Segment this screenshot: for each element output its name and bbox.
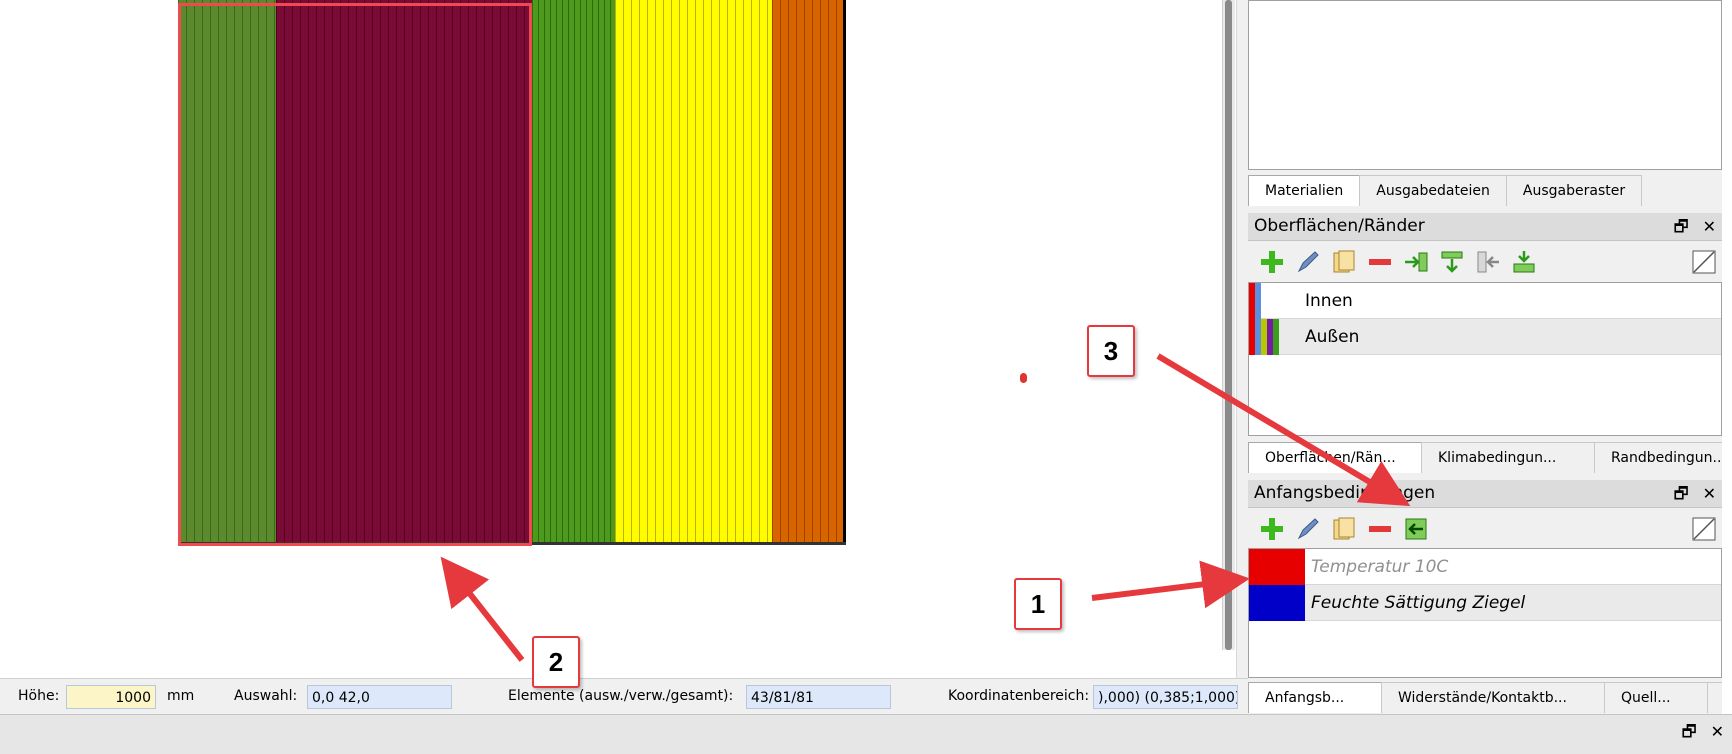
split-icon[interactable] — [1470, 247, 1506, 277]
layer-green[interactable] — [532, 0, 615, 545]
upper-tab-bar: Materialien Ausgabedateien Ausgaberaster — [1248, 175, 1643, 207]
height-field[interactable]: 1000 — [66, 685, 156, 709]
copy-icon[interactable] — [1326, 514, 1362, 544]
list-item-label: Innen — [1305, 290, 1353, 311]
tab-randbedingungen[interactable]: Randbedingun... — [1594, 442, 1732, 473]
float-icon[interactable]: 🗗 — [1674, 217, 1689, 236]
assign-icon[interactable] — [1398, 247, 1434, 277]
height-unit: mm — [167, 688, 195, 704]
list-item-label: Temperatur 10C — [1311, 556, 1449, 577]
selection-label: Auswahl: — [234, 688, 298, 704]
edit-icon[interactable] — [1290, 247, 1326, 277]
list-item-label: Außen — [1305, 326, 1360, 347]
bottom-dock-title-bar: 🗗 ✕ — [0, 714, 1732, 754]
scrollbar-thumb[interactable] — [1225, 0, 1232, 650]
chart-icon[interactable] — [1686, 247, 1722, 277]
lower-tab-bar: Anfangsb... Widerstände/Kontaktb... Quel… — [1248, 682, 1732, 714]
tab-materialien[interactable]: Materialien — [1248, 175, 1361, 206]
right-edge-strip — [1722, 0, 1732, 714]
add-icon[interactable] — [1254, 514, 1290, 544]
edit-icon[interactable] — [1290, 514, 1326, 544]
condition-color-swatch — [1249, 548, 1305, 585]
list-item[interactable]: Feuchte Sättigung Ziegel — [1249, 584, 1721, 621]
materials-view — [1248, 0, 1722, 170]
tab-oberflaechen[interactable]: Oberflächen/Rän... — [1248, 442, 1422, 473]
assign-icon[interactable] — [1398, 514, 1434, 544]
surfaces-panel-title: Oberflächen/Ränder — [1254, 216, 1425, 236]
close-icon[interactable]: ✕ — [1711, 722, 1724, 741]
list-item[interactable]: Außen — [1249, 318, 1721, 355]
list-item[interactable]: Innen — [1249, 282, 1721, 319]
elements-field[interactable]: 43/81/81 — [746, 685, 891, 709]
right-dock-panel: Materialien Ausgabedateien Ausgaberaster… — [1248, 0, 1732, 724]
remove-icon[interactable] — [1362, 247, 1398, 277]
merge-icon[interactable] — [1434, 247, 1470, 277]
layer-orange[interactable] — [772, 0, 846, 545]
tab-widerstaende[interactable]: Widerstände/Kontaktb... — [1381, 682, 1605, 713]
chart-icon[interactable] — [1686, 514, 1722, 544]
tab-anfangsbedingungen[interactable]: Anfangsb... — [1248, 682, 1382, 713]
coords-label: Koordinatenbereich: — [948, 688, 1090, 704]
float-icon[interactable]: 🗗 — [1682, 722, 1697, 741]
layer-yellow[interactable] — [615, 0, 772, 545]
selection-rectangle — [178, 3, 532, 546]
add-icon[interactable] — [1254, 247, 1290, 277]
surfaces-panel-title-bar: Oberflächen/Ränder 🗗 ✕ — [1248, 213, 1722, 241]
copy-icon[interactable] — [1326, 247, 1362, 277]
close-icon[interactable]: ✕ — [1703, 484, 1716, 503]
canvas-scrollbar[interactable] — [1222, 0, 1235, 650]
align-icon[interactable] — [1506, 247, 1542, 277]
tab-quellen[interactable]: Quell... — [1604, 682, 1708, 713]
close-icon[interactable]: ✕ — [1703, 217, 1716, 236]
surfaces-toolbar — [1248, 245, 1728, 279]
list-item-label: Feuchte Sättigung Ziegel — [1311, 592, 1526, 613]
elements-label: Elemente (ausw./verw./gesamt): — [508, 688, 734, 704]
middle-tab-bar: Oberflächen/Rän... Klimabedingun... Rand… — [1248, 442, 1732, 474]
initial-toolbar — [1248, 512, 1728, 546]
tab-klimabedingungen[interactable]: Klimabedingun... — [1421, 442, 1595, 473]
callout-3: 3 — [1087, 325, 1135, 377]
initial-panel-title-bar: Anfangsbedingungen 🗗 ✕ — [1248, 480, 1722, 508]
initial-panel-title: Anfangsbedingungen — [1254, 483, 1436, 503]
coords-field[interactable]: ),000) (0,385;1,000) — [1093, 685, 1238, 709]
tab-ausgabedateien[interactable]: Ausgabedateien — [1359, 175, 1507, 206]
selection-field[interactable]: 0,0 42,0 — [307, 685, 452, 709]
list-item[interactable]: Temperatur 10C — [1249, 548, 1721, 585]
initial-conditions-list: Temperatur 10C Feuchte Sättigung Ziegel — [1248, 548, 1722, 678]
float-icon[interactable]: 🗗 — [1674, 484, 1689, 503]
callout-2: 2 — [532, 636, 580, 688]
remove-icon[interactable] — [1362, 514, 1398, 544]
cursor-mark — [1020, 373, 1027, 383]
tab-ausgaberaster[interactable]: Ausgaberaster — [1505, 175, 1643, 206]
status-bar: Höhe: 1000 mm Auswahl: 0,0 42,0 Elemente… — [0, 678, 1248, 714]
callout-1: 1 — [1014, 578, 1062, 630]
condition-color-swatch — [1249, 584, 1305, 621]
height-label: Höhe: — [18, 688, 60, 704]
surfaces-list: Innen Außen — [1248, 282, 1722, 436]
